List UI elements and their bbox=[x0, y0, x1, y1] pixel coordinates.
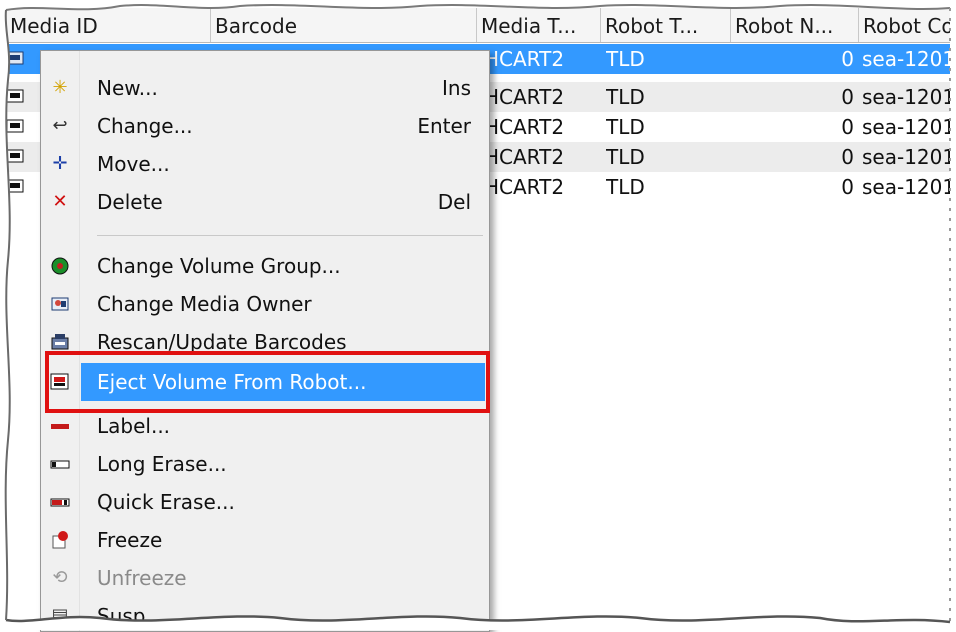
cell-robot-control: sea-1201 bbox=[862, 145, 956, 169]
cell-robot-control: sea-1201 bbox=[862, 47, 956, 71]
menu-item-shortcut: Enter bbox=[417, 114, 471, 138]
menu-item-shortcut: Del bbox=[437, 190, 471, 214]
menu-item-unfreeze: ⟲ Unfreeze bbox=[41, 559, 489, 597]
media-volume-icon bbox=[6, 148, 24, 164]
cell-media-type: HCART2 bbox=[484, 47, 565, 71]
column-header-robot-control[interactable]: Robot Co bbox=[859, 8, 956, 42]
menu-item-suspend[interactable]: ▤ Susp... bbox=[41, 597, 489, 631]
cell-robot-control: sea-1201 bbox=[862, 85, 956, 109]
unfreeze-icon: ⟲ bbox=[52, 567, 68, 588]
cell-media-type: HCART2 bbox=[484, 115, 565, 139]
column-header-media-id[interactable]: Media ID bbox=[6, 8, 211, 42]
cell-robot-control: sea-1201 bbox=[862, 175, 956, 199]
column-header-robot-number[interactable]: Robot N... bbox=[731, 8, 859, 42]
cell-robot-number: 0 bbox=[841, 145, 854, 169]
menu-item-delete[interactable]: ✕ Delete Del bbox=[41, 183, 489, 221]
column-header-robot-type[interactable]: Robot T... bbox=[601, 8, 731, 42]
move-arrows-icon: ✛ bbox=[52, 153, 68, 174]
column-header-barcode[interactable]: Barcode bbox=[211, 8, 477, 42]
menu-item-label: Quick Erase... bbox=[97, 490, 235, 514]
menu-item-change-volume-group[interactable]: Change Volume Group... bbox=[41, 247, 489, 285]
cell-robot-type: TLD bbox=[606, 85, 645, 109]
menu-item-label: Susp... bbox=[97, 604, 165, 628]
media-volume-icon bbox=[6, 118, 24, 134]
media-owner-icon bbox=[49, 294, 71, 314]
cell-robot-control: sea-1201 bbox=[862, 115, 956, 139]
menu-item-change-media-owner[interactable]: Change Media Owner bbox=[41, 285, 489, 323]
suspend-icon: ▤ bbox=[51, 605, 69, 626]
menu-item-change[interactable]: ↩ Change... Enter bbox=[41, 107, 489, 145]
cell-robot-type: TLD bbox=[606, 145, 645, 169]
cell-robot-type: TLD bbox=[606, 175, 645, 199]
change-arrow-icon: ↩ bbox=[52, 115, 68, 136]
delete-x-icon: ✕ bbox=[52, 191, 68, 212]
menu-item-label: New... bbox=[97, 76, 158, 100]
cell-media-type: HCART2 bbox=[484, 145, 565, 169]
menu-item-new[interactable]: ✳ New... Ins bbox=[41, 69, 489, 107]
menu-item-long-erase[interactable]: Long Erase... bbox=[41, 445, 489, 483]
menu-item-shortcut: Ins bbox=[442, 76, 471, 100]
freeze-icon bbox=[49, 530, 71, 550]
menu-item-label: Delete bbox=[97, 190, 163, 214]
media-volume-icon bbox=[6, 178, 24, 194]
label-tape-icon bbox=[49, 416, 71, 436]
menu-item-label: Change... bbox=[97, 114, 193, 138]
cell-robot-type: TLD bbox=[606, 115, 645, 139]
menu-item-label: Unfreeze bbox=[97, 566, 187, 590]
volume-group-icon bbox=[49, 256, 71, 276]
highlight-annotation-box bbox=[45, 351, 490, 413]
menu-item-label: Change Media Owner bbox=[97, 292, 312, 316]
column-header-media-type[interactable]: Media T... bbox=[477, 8, 601, 42]
menu-item-label: Change Volume Group... bbox=[97, 254, 341, 278]
long-erase-icon bbox=[49, 454, 71, 474]
cell-robot-number: 0 bbox=[841, 85, 854, 109]
menu-item-move[interactable]: ✛ Move... bbox=[41, 145, 489, 183]
menu-item-label: Long Erase... bbox=[97, 452, 227, 476]
cell-robot-number: 0 bbox=[841, 115, 854, 139]
menu-item-label: Freeze bbox=[97, 528, 163, 552]
cell-robot-number: 0 bbox=[841, 175, 854, 199]
cell-media-type: HCART2 bbox=[484, 85, 565, 109]
menu-item-freeze[interactable]: Freeze bbox=[41, 521, 489, 559]
screenshot-frame: Media ID Barcode Media T... Robot T... R… bbox=[0, 0, 956, 632]
quick-erase-icon bbox=[49, 492, 71, 512]
robot-library-icon bbox=[49, 332, 71, 352]
new-sparkle-icon: ✳ bbox=[52, 77, 68, 98]
menu-separator bbox=[97, 235, 483, 236]
media-volume-icon bbox=[6, 88, 24, 104]
menu-item-quick-erase[interactable]: Quick Erase... bbox=[41, 483, 489, 521]
cell-robot-number: 0 bbox=[841, 47, 854, 71]
cell-media-type: HCART2 bbox=[484, 175, 565, 199]
context-menu: ✳ New... Ins ↩ Change... Enter ✛ Move...… bbox=[40, 50, 490, 632]
media-volume-icon bbox=[6, 50, 24, 66]
grid-header: Media ID Barcode Media T... Robot T... R… bbox=[6, 8, 956, 43]
cell-robot-type: TLD bbox=[606, 47, 645, 71]
menu-item-label: Move... bbox=[97, 152, 170, 176]
